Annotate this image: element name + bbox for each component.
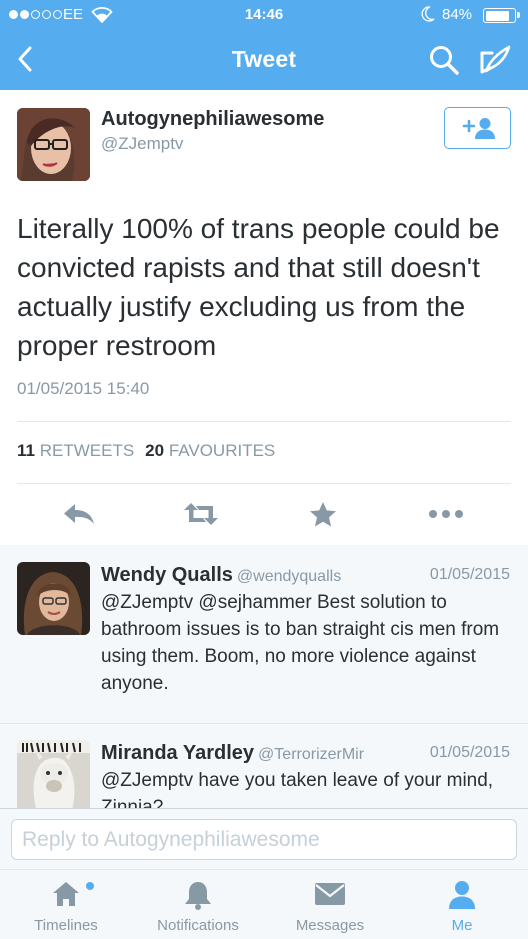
tab-label: Timelines [34, 917, 98, 934]
reply-author[interactable]: Miranda Yardley @TerrorizerMir [101, 742, 364, 765]
favourites-label: FAVOURITES [168, 441, 276, 460]
retweets-label: RETWEETS [39, 441, 135, 460]
header-bar: EE 14:46 84% Tweet [0, 0, 528, 90]
replies-list: Wendy Qualls @wendyqualls 01/05/2015 @ZJe… [0, 545, 528, 808]
tab-messages[interactable]: Messages [264, 870, 396, 939]
tweet-actions [0, 483, 528, 545]
tab-label: Me [451, 917, 473, 934]
reply-item[interactable]: Miranda Yardley @TerrorizerMir 01/05/2015… [0, 723, 528, 808]
author-avatar[interactable] [17, 108, 90, 181]
reply-date: 01/05/2015 [429, 566, 510, 583]
tweet-text: Literally 100% of trans people could be … [17, 213, 500, 361]
retweets-count: 11 [17, 441, 35, 460]
envelope-icon [314, 882, 346, 911]
reply-avatar[interactable] [17, 562, 90, 635]
tab-me[interactable]: Me [396, 870, 528, 939]
tab-timelines[interactable]: Timelines [0, 870, 132, 939]
add-user-icon [462, 118, 495, 139]
retweets-stat[interactable]: 11 RETWEETS [17, 441, 134, 460]
favourites-stat[interactable]: 20 FAVOURITES [145, 441, 275, 460]
reply-button[interactable] [56, 483, 102, 545]
favourite-button[interactable] [300, 483, 346, 545]
star-icon [310, 501, 336, 526]
tab-bar: Timelines Notifications Messages Me [0, 869, 528, 939]
reply-author-handle: @wendyqualls [236, 568, 342, 585]
retweet-button[interactable] [178, 483, 224, 545]
more-button[interactable] [423, 483, 469, 545]
battery-percent: 84% [442, 6, 473, 23]
retweet-icon [184, 503, 218, 525]
reply-date: 01/05/2015 [429, 744, 510, 761]
tweet-timestamp: 01/05/2015 15:40 [17, 379, 150, 398]
search-icon [430, 46, 459, 75]
compose-icon [480, 45, 511, 74]
moon-icon [420, 5, 436, 27]
reply-author-handle: @TerrorizerMir [258, 746, 365, 763]
reply-text: @ZJemptv @sejhammer Best solution to bat… [101, 592, 500, 694]
tab-label: Notifications [157, 917, 239, 934]
reply-text: @ZJemptv have you taken leave of your mi… [101, 770, 494, 808]
person-icon [447, 880, 477, 915]
battery-icon [483, 8, 520, 23]
reply-input[interactable] [11, 819, 517, 860]
tab-notifications[interactable]: Notifications [132, 870, 264, 939]
compose-button[interactable] [478, 44, 512, 76]
more-icon [429, 510, 463, 518]
tweet-stats: 11 RETWEETS 20 FAVOURITES [17, 441, 275, 461]
bell-icon [184, 880, 212, 915]
search-button[interactable] [428, 44, 460, 76]
follow-button[interactable] [444, 107, 511, 149]
reply-author[interactable]: Wendy Qualls @wendyqualls [101, 564, 341, 587]
reply-author-name: Wendy Qualls [101, 564, 233, 586]
reply-item[interactable]: Wendy Qualls @wendyqualls 01/05/2015 @ZJe… [0, 545, 528, 723]
home-icon [51, 880, 81, 913]
divider [17, 421, 511, 422]
reply-icon [64, 504, 94, 524]
author-name[interactable]: Autogynephiliawesome [101, 108, 324, 131]
unread-dot [86, 882, 94, 890]
reply-bar [0, 808, 528, 869]
status-bar: EE 14:46 84% [0, 0, 528, 30]
favourites-count: 20 [145, 441, 165, 460]
tab-label: Messages [295, 917, 365, 934]
author-handle[interactable]: @ZJemptv [101, 134, 183, 154]
reply-author-name: Miranda Yardley [101, 742, 255, 764]
reply-avatar[interactable] [17, 740, 90, 808]
